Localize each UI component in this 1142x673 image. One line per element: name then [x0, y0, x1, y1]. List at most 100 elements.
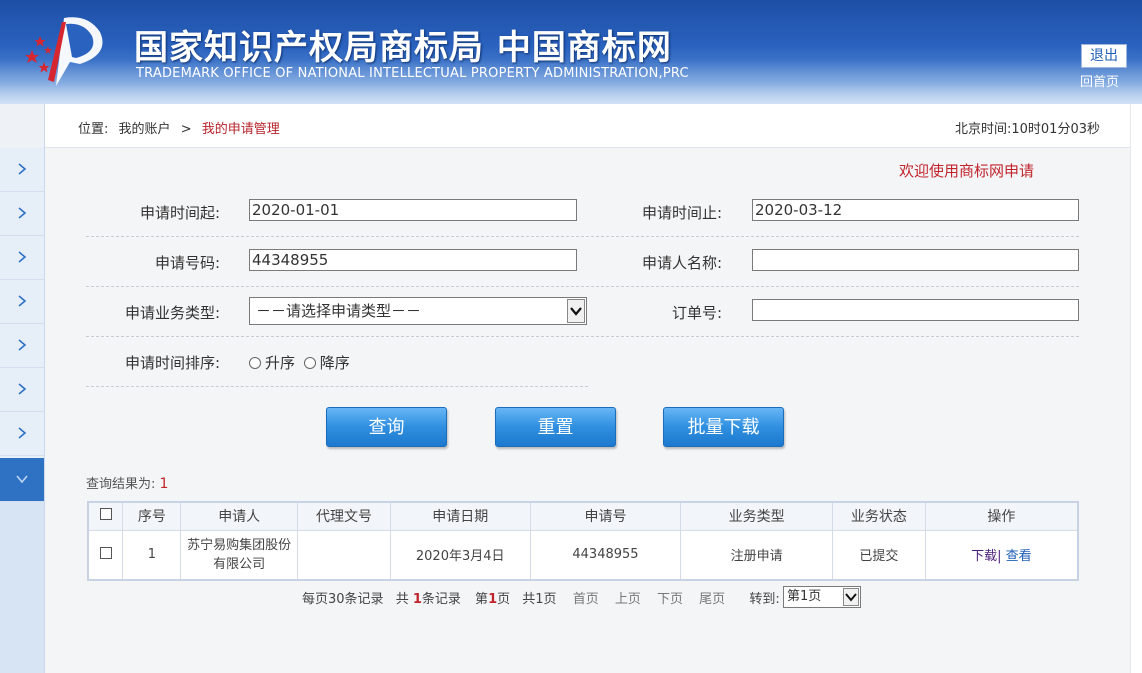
select-all-cell: [87, 501, 124, 531]
logout-button[interactable]: 退出: [1081, 44, 1127, 68]
sort-radio-group: 升序 降序: [249, 352, 350, 373]
column-header: 操作: [924, 501, 1079, 531]
cell-index: 1: [122, 529, 182, 581]
cell-agent-no: [297, 529, 391, 581]
sidebar-item-4[interactable]: [0, 280, 44, 324]
header-banner: 国家知识产权局商标局 中国商标网 TRADEMARK OFFICE OF NAT…: [0, 0, 1142, 104]
download-link[interactable]: 下载: [971, 549, 997, 564]
column-header: 业务状态: [832, 501, 926, 531]
site-title-cn: 国家知识产权局商标局 中国商标网: [134, 28, 672, 68]
sidebar-item-3[interactable]: [0, 236, 44, 280]
welcome-marquee: 欢迎使用商标网申请系统: [899, 162, 1034, 180]
table-row: 1 苏宁易购集团股份有限公司 2020年3月4日 44348955 注册申请 已…: [87, 529, 1079, 581]
column-header: 序号: [122, 501, 182, 531]
last-page-link[interactable]: 尾页: [699, 592, 725, 607]
business-type-select[interactable]: －－请选择申请类型－－: [249, 297, 587, 325]
first-page-link[interactable]: 首页: [573, 592, 599, 607]
query-button[interactable]: 查询: [326, 407, 447, 447]
sidebar-item-1[interactable]: [0, 148, 44, 192]
cell-actions: 下载| 查看: [924, 529, 1079, 581]
column-header: 申请号: [529, 501, 682, 531]
row-checkbox[interactable]: [99, 546, 112, 559]
cell-type: 注册申请: [680, 529, 833, 581]
sidebar-item-active[interactable]: [0, 458, 44, 502]
cell-date: 2020年3月4日: [389, 529, 531, 581]
business-type-label: 申请业务类型:: [124, 304, 220, 322]
page-suffix: 页: [497, 592, 511, 607]
right-edge: [1130, 104, 1142, 673]
row-divider: [86, 386, 588, 387]
column-header: 申请日期: [389, 501, 531, 531]
row-divider: [86, 286, 1079, 287]
end-date-label: 申请时间止:: [641, 204, 722, 222]
app-number-input[interactable]: 44348955: [249, 249, 577, 271]
table-header-row: 序号 申请人 代理文号 申请日期 申请号 业务类型 业务状态 操作: [87, 501, 1079, 531]
cell-status: 已提交: [832, 529, 926, 581]
column-header: 业务类型: [680, 501, 833, 531]
sort-desc-radio[interactable]: [303, 357, 316, 369]
result-count-label: 查询结果为:: [86, 477, 156, 492]
breadcrumb: 位置: 我的账户 > 我的申请管理: [78, 118, 286, 137]
main-panel: 欢迎使用商标网申请系统 申请时间起: 2020-01-01 申请时间止: 202…: [45, 148, 1130, 673]
chevron-right-icon: [18, 427, 27, 439]
applicant-name-input[interactable]: [752, 249, 1079, 271]
chevron-right-icon: [18, 383, 27, 395]
chevron-right-icon: [18, 339, 27, 351]
current-page: 第1页: [475, 592, 510, 607]
start-date-input[interactable]: 2020-01-01: [249, 199, 577, 221]
breadcrumb-prefix: 位置:: [78, 122, 109, 137]
chevron-right-icon: [18, 295, 27, 307]
batch-download-button[interactable]: 批量下载: [663, 407, 784, 447]
column-header: 申请人: [180, 501, 299, 531]
total-records: 共 1条记录: [396, 592, 461, 607]
total-num: 1: [412, 592, 422, 607]
action-separator: |: [997, 549, 1002, 565]
total-pages: 共1页: [522, 592, 557, 607]
chevron-down-icon: [16, 475, 28, 484]
sort-asc-label: 升序: [265, 354, 296, 372]
sidebar-item-7[interactable]: [0, 412, 44, 456]
home-link[interactable]: 回首页: [1080, 71, 1119, 90]
total-suffix: 条记录: [421, 592, 461, 607]
prev-page-link[interactable]: 上页: [615, 592, 641, 607]
chevron-right-icon: [18, 163, 27, 175]
order-number-label: 订单号:: [671, 304, 722, 322]
cell-app-no: 44348955: [529, 529, 682, 581]
column-header: 代理文号: [297, 501, 391, 531]
trademark-logo-icon: [25, 17, 103, 86]
breadcrumb-bar: 位置: 我的账户 > 我的申请管理 北京时间:10时01分03秒: [45, 104, 1130, 148]
breadcrumb-separator: >: [180, 122, 192, 137]
goto-page-select[interactable]: 第1页: [783, 586, 861, 608]
end-date-input[interactable]: 2020-03-12: [752, 199, 1079, 221]
pagination: 每页30条记录 共 1条记录 第1页 共1页 首页 上页 下页 尾页 转到:: [302, 588, 788, 607]
select-all-checkbox[interactable]: [99, 508, 112, 521]
sort-label: 申请时间排序:: [124, 354, 220, 372]
result-count-value: 1: [159, 476, 169, 492]
goto-label: 转到:: [749, 592, 780, 607]
beijing-clock: 北京时间:10时01分03秒: [954, 122, 1100, 137]
dropdown-arrow-icon: [843, 588, 859, 606]
row-divider: [86, 336, 1079, 337]
next-page-link[interactable]: 下页: [657, 592, 683, 607]
business-type-selected: －－请选择申请类型－－: [256, 302, 422, 320]
breadcrumb-account[interactable]: 我的账户: [119, 122, 171, 137]
sort-desc-label: 降序: [319, 354, 350, 372]
sidebar-item-2[interactable]: [0, 192, 44, 236]
app-number-label: 申请号码:: [154, 254, 220, 272]
order-number-input[interactable]: [752, 299, 1079, 321]
page-num: 1: [488, 592, 498, 607]
applicant-name-label: 申请人名称:: [641, 254, 722, 272]
reset-button[interactable]: 重置: [495, 407, 616, 447]
sidebar-top: [0, 104, 44, 148]
cell-applicant: 苏宁易购集团股份有限公司: [180, 529, 299, 581]
sidebar-submenu-area: [0, 502, 44, 673]
sort-asc-radio[interactable]: [249, 357, 261, 369]
chevron-right-icon: [18, 251, 27, 263]
row-divider: [86, 236, 1079, 237]
results-table: 序号 申请人 代理文号 申请日期 申请号 业务类型 业务状态 操作 1 苏宁易购…: [87, 501, 1079, 581]
view-link[interactable]: 查看: [1006, 549, 1032, 564]
goto-page-selected: 第1页: [787, 589, 822, 604]
sidebar-item-6[interactable]: [0, 368, 44, 412]
sidebar-item-5[interactable]: [0, 324, 44, 368]
result-count: 查询结果为: 1: [86, 473, 168, 492]
